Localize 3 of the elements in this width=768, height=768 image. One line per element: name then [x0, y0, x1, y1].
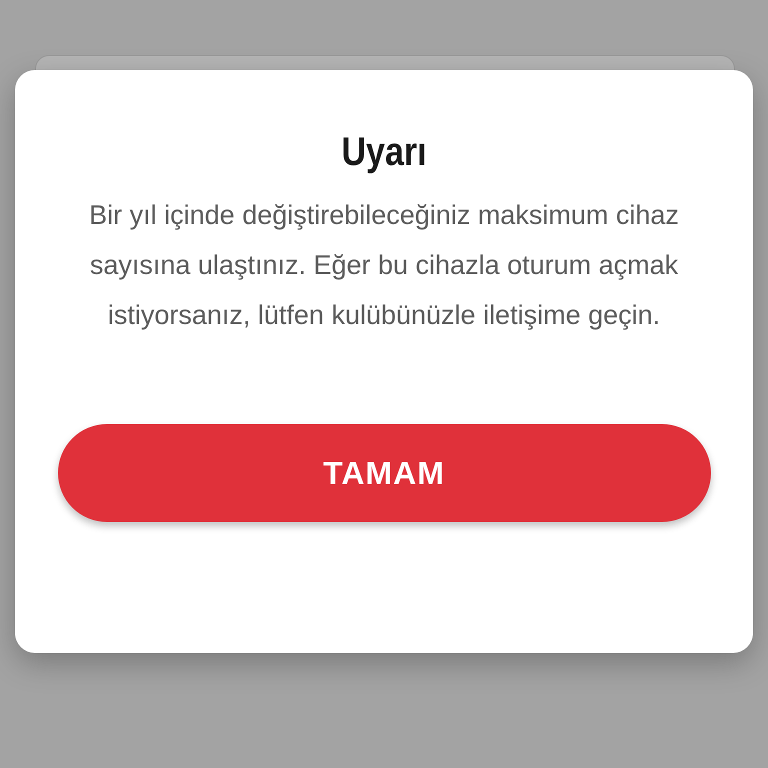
dialog-message: Bir yıl içinde değiştirebileceğiniz maksimum cihaz sayısına ulaştınız. Eğer bu cihazla oturum açmak istiyorsanız, lütfen kulübünüzle iletişime geçin. — [88, 199, 680, 332]
dialog-title: Uyarı — [341, 129, 427, 176]
ok-button[interactable]: TAMAM — [58, 424, 710, 522]
